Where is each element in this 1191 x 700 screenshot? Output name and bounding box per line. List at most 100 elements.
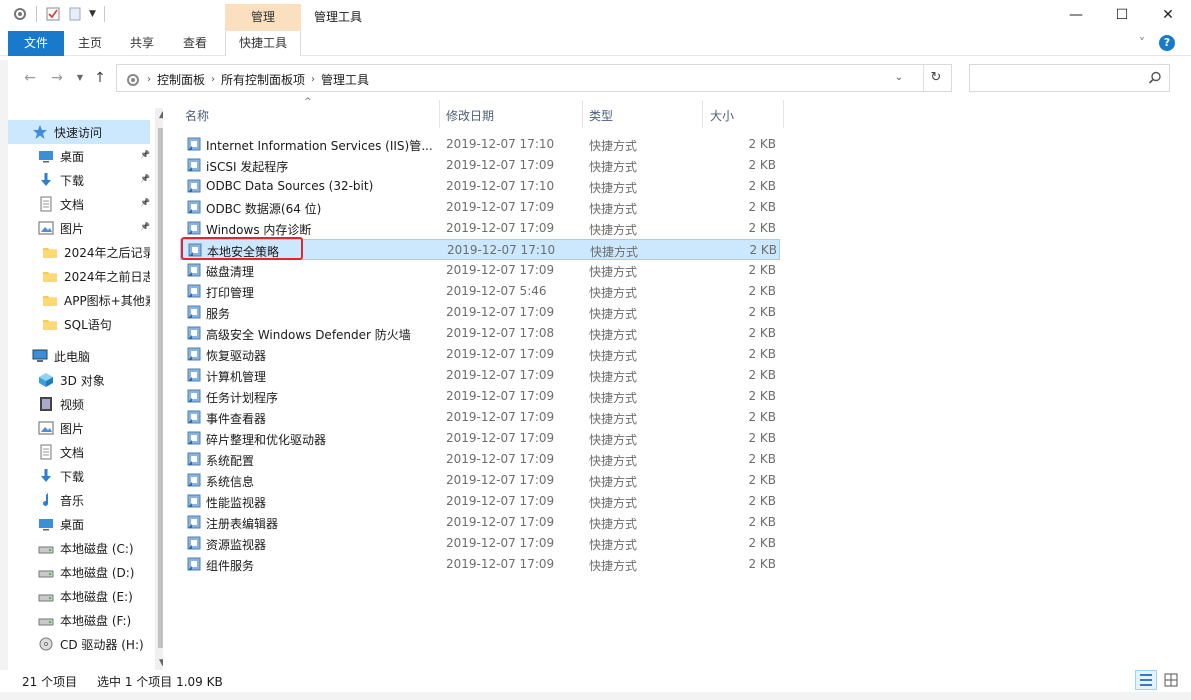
nav-item[interactable]: 本地磁盘 (F:) xyxy=(8,608,150,632)
file-row[interactable]: ODBC 数据源(64 位) 2019-12-07 17:09 快捷方式 2 KB xyxy=(180,197,780,218)
breadcrumb-admin-tools[interactable]: 管理工具 xyxy=(321,71,369,88)
nav-item[interactable]: 图片 📌 xyxy=(8,216,150,240)
properties-icon[interactable] xyxy=(45,6,61,22)
details-view-button[interactable] xyxy=(1135,670,1157,690)
recent-locations-chevron-icon[interactable]: ▼ xyxy=(70,68,90,88)
nav-item-label: 下载 xyxy=(60,173,85,188)
file-date-modified: 2019-12-07 17:09 xyxy=(446,536,555,550)
nav-item[interactable]: 本地磁盘 (D:) xyxy=(8,560,150,584)
breadcrumb-all-items[interactable]: 所有控制面板项 xyxy=(221,71,305,88)
column-date-modified[interactable]: 修改日期 xyxy=(446,107,494,124)
nav-item-label: 本地磁盘 (C:) xyxy=(60,541,134,556)
file-row[interactable]: 打印管理 2019-12-07 5:46 快捷方式 2 KB xyxy=(180,281,780,302)
tab-view[interactable]: 查看 xyxy=(171,31,219,56)
file-row[interactable]: 事件查看器 2019-12-07 17:09 快捷方式 2 KB xyxy=(180,407,780,428)
column-type[interactable]: 类型 xyxy=(589,107,613,124)
column-name[interactable]: 名称 xyxy=(185,107,209,124)
address-bar[interactable]: › 控制面板 › 所有控制面板项 › 管理工具 ⌄ ↻ xyxy=(116,64,952,92)
breadcrumb-chevron-icon[interactable]: › xyxy=(211,74,215,85)
forward-arrow-icon[interactable]: → xyxy=(47,68,67,88)
breadcrumb-chevron-icon[interactable]: › xyxy=(311,74,315,85)
column-divider[interactable] xyxy=(783,100,784,128)
address-dropdown-icon[interactable]: ⌄ xyxy=(887,65,911,91)
minimize-button[interactable]: — xyxy=(1053,0,1099,30)
qat-dropdown-icon[interactable]: ▼ xyxy=(89,9,96,19)
nav-scrollbar[interactable]: ▲ ▼ xyxy=(155,108,163,670)
new-folder-icon[interactable] xyxy=(67,6,83,22)
file-name: ODBC Data Sources (32-bit) xyxy=(206,179,374,193)
large-icons-view-button[interactable] xyxy=(1160,670,1182,690)
ribbon-collapse-icon[interactable]: ˅ xyxy=(1139,36,1145,50)
maximize-button[interactable]: ☐ xyxy=(1099,0,1145,30)
nav-item[interactable]: 文档 📌 xyxy=(8,192,150,216)
file-row[interactable]: 性能监视器 2019-12-07 17:09 快捷方式 2 KB xyxy=(180,491,780,512)
file-row[interactable]: 计算机管理 2019-12-07 17:09 快捷方式 2 KB xyxy=(180,365,780,386)
column-divider[interactable] xyxy=(439,100,440,128)
close-button[interactable]: ✕ xyxy=(1145,0,1191,30)
back-arrow-icon[interactable]: ← xyxy=(20,68,40,88)
file-row[interactable]: 服务 2019-12-07 17:09 快捷方式 2 KB xyxy=(180,302,780,323)
nav-item[interactable]: 3D 对象 xyxy=(8,368,150,392)
file-row[interactable]: 组件服务 2019-12-07 17:09 快捷方式 2 KB xyxy=(180,554,780,575)
file-row[interactable]: Windows 内存诊断 2019-12-07 17:09 快捷方式 2 KB xyxy=(180,218,780,239)
nav-item[interactable]: 桌面 📌 xyxy=(8,144,150,168)
scroll-down-icon[interactable]: ▼ xyxy=(155,658,163,668)
column-divider[interactable] xyxy=(702,100,703,128)
nav-item[interactable]: 下载 xyxy=(8,464,150,488)
nav-item[interactable]: 文档 xyxy=(8,440,150,464)
nav-item[interactable]: 2024年之后记录 xyxy=(8,240,150,264)
file-row[interactable]: 系统信息 2019-12-07 17:09 快捷方式 2 KB xyxy=(180,470,780,491)
file-type: 快捷方式 xyxy=(589,202,638,216)
file-size: 2 KB xyxy=(748,389,776,403)
nav-item[interactable]: 此电脑 xyxy=(8,344,150,368)
search-icon[interactable] xyxy=(1147,70,1163,86)
column-divider[interactable] xyxy=(582,100,583,128)
file-row[interactable]: 系统配置 2019-12-07 17:09 快捷方式 2 KB xyxy=(180,449,780,470)
nav-item[interactable]: 下载 📌 xyxy=(8,168,150,192)
nav-item[interactable]: SQL语句 xyxy=(8,312,150,336)
file-row[interactable]: 恢复驱动器 2019-12-07 17:09 快捷方式 2 KB xyxy=(180,344,780,365)
file-type: 快捷方式 xyxy=(589,412,638,426)
nav-item[interactable]: 2024年之前日志 xyxy=(8,264,150,288)
refresh-icon[interactable]: ↻ xyxy=(925,65,947,91)
tab-shortcut-tools[interactable]: 快捷工具 xyxy=(225,31,301,56)
admin-tools-icon[interactable] xyxy=(12,6,28,22)
nav-item[interactable]: 音乐 xyxy=(8,488,150,512)
tab-file[interactable]: 文件 xyxy=(8,31,64,56)
file-date-modified: 2019-12-07 17:09 xyxy=(446,200,555,214)
window-title: 管理工具 xyxy=(314,10,363,24)
tab-share[interactable]: 共享 xyxy=(118,31,166,56)
file-row[interactable]: 碎片整理和优化驱动器 2019-12-07 17:09 快捷方式 2 KB xyxy=(180,428,780,449)
column-size[interactable]: 大小 xyxy=(710,107,734,124)
nav-item[interactable]: CD 驱动器 (H:) xyxy=(8,632,150,656)
search-box[interactable] xyxy=(969,64,1170,92)
nav-item[interactable]: 本地磁盘 (C:) xyxy=(8,536,150,560)
nav-item[interactable]: 快速访问 xyxy=(8,120,150,144)
nav-item[interactable]: 图片 xyxy=(8,416,150,440)
file-row[interactable]: 任务计划程序 2019-12-07 17:09 快捷方式 2 KB xyxy=(180,386,780,407)
help-icon[interactable]: ? xyxy=(1159,35,1175,51)
up-arrow-icon[interactable]: ↑ xyxy=(90,68,110,88)
file-name: Windows 内存诊断 xyxy=(206,223,312,237)
nav-item[interactable]: 视频 xyxy=(8,392,150,416)
file-name: 资源监视器 xyxy=(206,538,267,552)
tab-home[interactable]: 主页 xyxy=(66,31,114,56)
search-input[interactable] xyxy=(970,65,1140,91)
file-row[interactable]: 高级安全 Windows Defender 防火墙 2019-12-07 17:0… xyxy=(180,323,780,344)
file-row[interactable]: ODBC Data Sources (32-bit) 2019-12-07 17:… xyxy=(180,176,780,197)
scroll-up-icon[interactable]: ▲ xyxy=(155,110,163,120)
file-row[interactable]: 资源监视器 2019-12-07 17:09 快捷方式 2 KB xyxy=(180,533,780,554)
file-date-modified: 2019-12-07 17:10 xyxy=(446,137,555,151)
file-row[interactable]: 注册表编辑器 2019-12-07 17:09 快捷方式 2 KB xyxy=(180,512,780,533)
nav-item[interactable]: 本地磁盘 (E:) xyxy=(8,584,150,608)
scrollbar-thumb[interactable] xyxy=(158,128,163,648)
breadcrumb-chevron-icon[interactable]: › xyxy=(147,74,151,85)
nav-item[interactable]: APP图标+其他素 xyxy=(8,288,150,312)
file-size: 2 KB xyxy=(748,431,776,445)
file-row[interactable]: Internet Information Services (IIS)管... 2… xyxy=(180,134,780,155)
disk-cleanup-icon xyxy=(186,262,202,278)
breadcrumb-control-panel[interactable]: 控制面板 xyxy=(157,71,205,88)
file-row[interactable]: iSCSI 发起程序 2019-12-07 17:09 快捷方式 2 KB xyxy=(180,155,780,176)
file-row[interactable]: 磁盘清理 2019-12-07 17:09 快捷方式 2 KB xyxy=(180,260,780,281)
nav-item[interactable]: 桌面 xyxy=(8,512,150,536)
